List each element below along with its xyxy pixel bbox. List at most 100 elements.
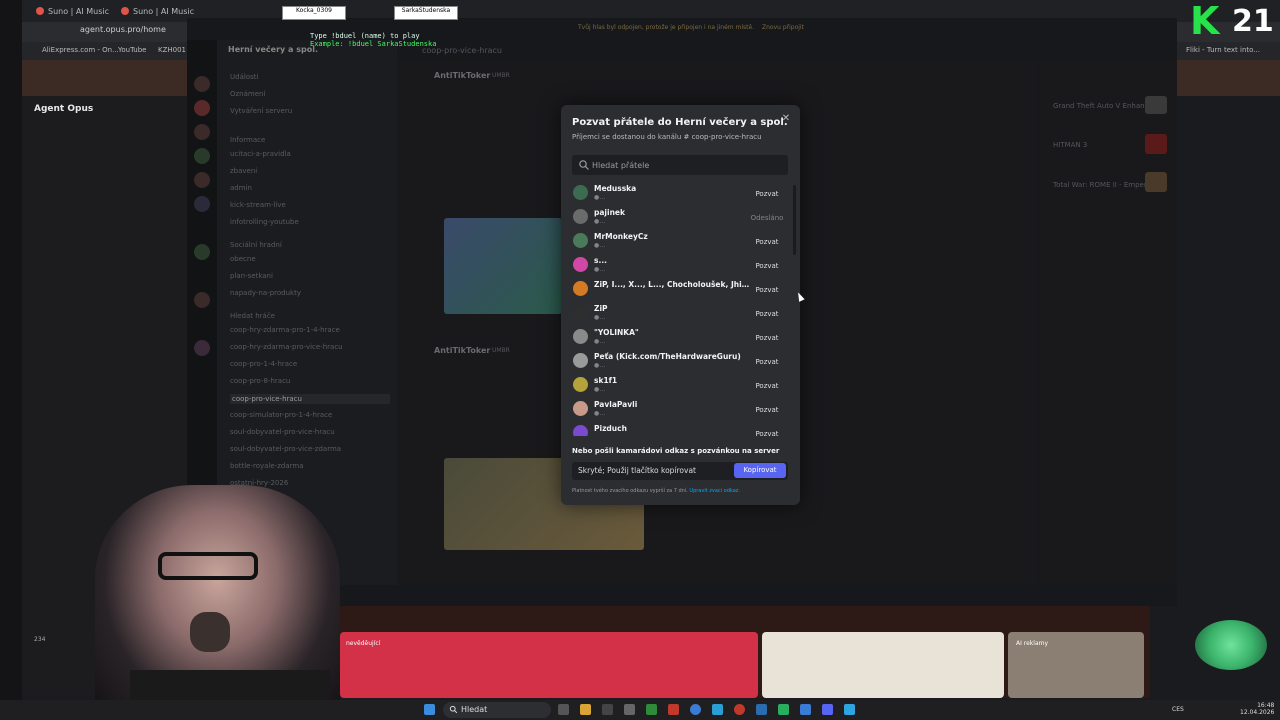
friend-status: ●… — [594, 242, 606, 249]
channel-item[interactable]: obecne — [230, 255, 256, 263]
app-icon[interactable] — [602, 704, 613, 715]
bookmark-item[interactable]: AliExpress.com - On... — [42, 46, 119, 54]
invite-button[interactable]: Pozvat — [750, 283, 784, 297]
server-icon[interactable] — [194, 148, 210, 164]
channel-item[interactable]: coop-pro-1-4-hrace — [230, 360, 297, 368]
app-icon[interactable] — [778, 704, 789, 715]
channel-item[interactable]: kick-stream-live — [230, 201, 286, 209]
channel-item[interactable]: ucitaci-a-pravidla — [230, 150, 291, 158]
server-icon[interactable] — [194, 292, 210, 308]
friend-name: "YOLINKA" — [594, 328, 639, 337]
language-indicator[interactable]: CES — [1172, 706, 1184, 713]
channel-item[interactable]: Události — [230, 73, 258, 81]
channel-item[interactable]: soul-dobyvatel-pro-vice-zdarma — [230, 445, 341, 453]
channel-item[interactable]: soul-dobyvatel-pro-vice-hracu — [230, 428, 335, 436]
channel-item-active[interactable]: coop-pro-vice-hracu — [230, 394, 390, 404]
channel-item[interactable]: admin — [230, 184, 252, 192]
game-thumbnail[interactable] — [444, 218, 562, 314]
server-icon[interactable] — [194, 124, 210, 140]
channel-item[interactable]: plan-setkani — [230, 272, 273, 280]
message-author[interactable]: AntiTikToker — [434, 346, 490, 355]
discord-icon[interactable] — [822, 704, 833, 715]
friend-row[interactable]: Medusska ●… Pozvat — [568, 182, 790, 206]
opus-title[interactable]: Agent Opus — [34, 104, 93, 114]
search-icon — [579, 160, 589, 170]
server-icon[interactable] — [194, 76, 210, 92]
channel-item[interactable]: bottle-royale-zdarma — [230, 462, 303, 470]
copy-button[interactable]: Kopírovat — [734, 463, 786, 478]
friend-row[interactable]: Pizduch Pozvat — [568, 422, 790, 436]
invite-button[interactable]: Pozvat — [750, 427, 784, 436]
friend-row[interactable]: pajinek ●… Odesláno — [568, 206, 790, 230]
tab-label: Suno | AI Music — [48, 6, 110, 16]
friend-row[interactable]: s... ●… Pozvat — [568, 254, 790, 278]
server-name[interactable]: Herní večery a spol. — [228, 45, 318, 54]
invite-button[interactable]: Pozvat — [750, 331, 784, 345]
server-icon[interactable] — [194, 196, 210, 212]
browser-tab-2[interactable]: Suno | AI Music — [115, 3, 200, 19]
channel-item[interactable]: napady-na-produkty — [230, 289, 301, 297]
bookmark-item[interactable]: KZH001 — [158, 46, 186, 54]
channel-item[interactable]: coop-simulator-pro-1-4-hrace — [230, 411, 332, 419]
friend-row[interactable]: ZiP ●… Pozvat — [568, 302, 790, 326]
channel-item[interactable]: infotrolling-youtube — [230, 218, 299, 226]
friend-row[interactable]: "YOLINKA" ●… Pozvat — [568, 326, 790, 350]
invite-button[interactable]: Pozvat — [750, 355, 784, 369]
message-author[interactable]: AntiTikToker — [434, 71, 490, 80]
file-explorer-icon[interactable] — [580, 704, 591, 715]
friend-row[interactable]: sk1f1 ●… Pozvat — [568, 374, 790, 398]
server-icon[interactable] — [194, 172, 210, 188]
channel-category[interactable]: Hledat hráče — [230, 312, 275, 320]
xbox-icon[interactable] — [646, 704, 657, 715]
channel-item[interactable]: coop-hry-zdarma-pro-vice-hracu — [230, 343, 343, 351]
server-icon[interactable] — [194, 100, 210, 116]
channel-item[interactable]: Vytváření serveru — [230, 107, 292, 115]
app-icon[interactable] — [668, 704, 679, 715]
invite-button[interactable]: Pozvat — [750, 403, 784, 417]
suno-favicon-icon — [36, 7, 44, 15]
channel-item[interactable]: Oznámení — [230, 90, 265, 98]
member-activity[interactable]: Total War: ROME II - Emper... — [1053, 181, 1153, 189]
reconnect-link[interactable]: Znovu připojit — [762, 24, 804, 31]
browser-tab-1[interactable]: Suno | AI Music — [30, 3, 115, 19]
member-activity[interactable]: HITMAN 3 — [1053, 141, 1087, 149]
bookmark-item[interactable]: YouTube — [118, 46, 146, 54]
server-icon[interactable] — [194, 340, 210, 356]
avatar — [573, 329, 588, 344]
friend-row[interactable]: PavlaPavli ●… Pozvat — [568, 398, 790, 422]
member-activity[interactable]: Grand Theft Auto V Enhan... — [1053, 102, 1151, 110]
app-icon[interactable] — [756, 704, 767, 715]
bookmark-item[interactable]: Fliki - Turn text into... — [1186, 46, 1260, 54]
friend-row[interactable]: Peťa (Kick.com/TheHardwareGuru) ●… Pozva… — [568, 350, 790, 374]
windows-start-icon[interactable] — [424, 704, 435, 715]
edit-invite-link[interactable]: Upravit zvací odkaz. — [689, 488, 740, 494]
close-icon[interactable]: ✕ — [781, 114, 791, 124]
invite-link-value[interactable]: Skryté; Použij tlačítko kopírovat — [578, 466, 696, 475]
invite-button[interactable]: Pozvat — [750, 235, 784, 249]
channel-item[interactable]: coop-pro-8-hracu — [230, 377, 290, 385]
friend-row[interactable]: ZiP, I..., X..., L..., Chocholoušek, Jhi… — [568, 278, 790, 302]
invite-button[interactable]: Pozvat — [750, 187, 784, 201]
friend-search-input[interactable] — [592, 158, 782, 172]
telegram-icon[interactable] — [844, 704, 855, 715]
invite-button[interactable]: Pozvat — [750, 259, 784, 273]
channel-item[interactable]: zbaveni — [230, 167, 257, 175]
invite-button[interactable]: Pozvat — [750, 307, 784, 321]
settings-icon[interactable] — [624, 704, 635, 715]
task-view-icon[interactable] — [558, 704, 569, 715]
friend-row[interactable]: MrMonkeyCz ●… Pozvat — [568, 230, 790, 254]
avatar — [573, 353, 588, 368]
url-field[interactable]: agent.opus.pro/home — [80, 25, 190, 39]
channel-category[interactable]: Informace — [230, 136, 265, 144]
app-icon[interactable] — [800, 704, 811, 715]
server-icon[interactable] — [194, 244, 210, 260]
taskbar-search[interactable] — [443, 702, 551, 718]
opera-icon[interactable] — [734, 704, 745, 715]
chrome-icon[interactable] — [690, 704, 701, 715]
clock[interactable]: 16:48 12.04.2026 — [1240, 702, 1274, 716]
channel-category[interactable]: Sociální hradní — [230, 241, 282, 249]
channel-item[interactable]: coop-hry-zdarma-pro-1-4-hrace — [230, 326, 340, 334]
app-icon[interactable] — [712, 704, 723, 715]
invite-button[interactable]: Pozvat — [750, 379, 784, 393]
friend-list-scrollbar[interactable] — [793, 185, 796, 255]
